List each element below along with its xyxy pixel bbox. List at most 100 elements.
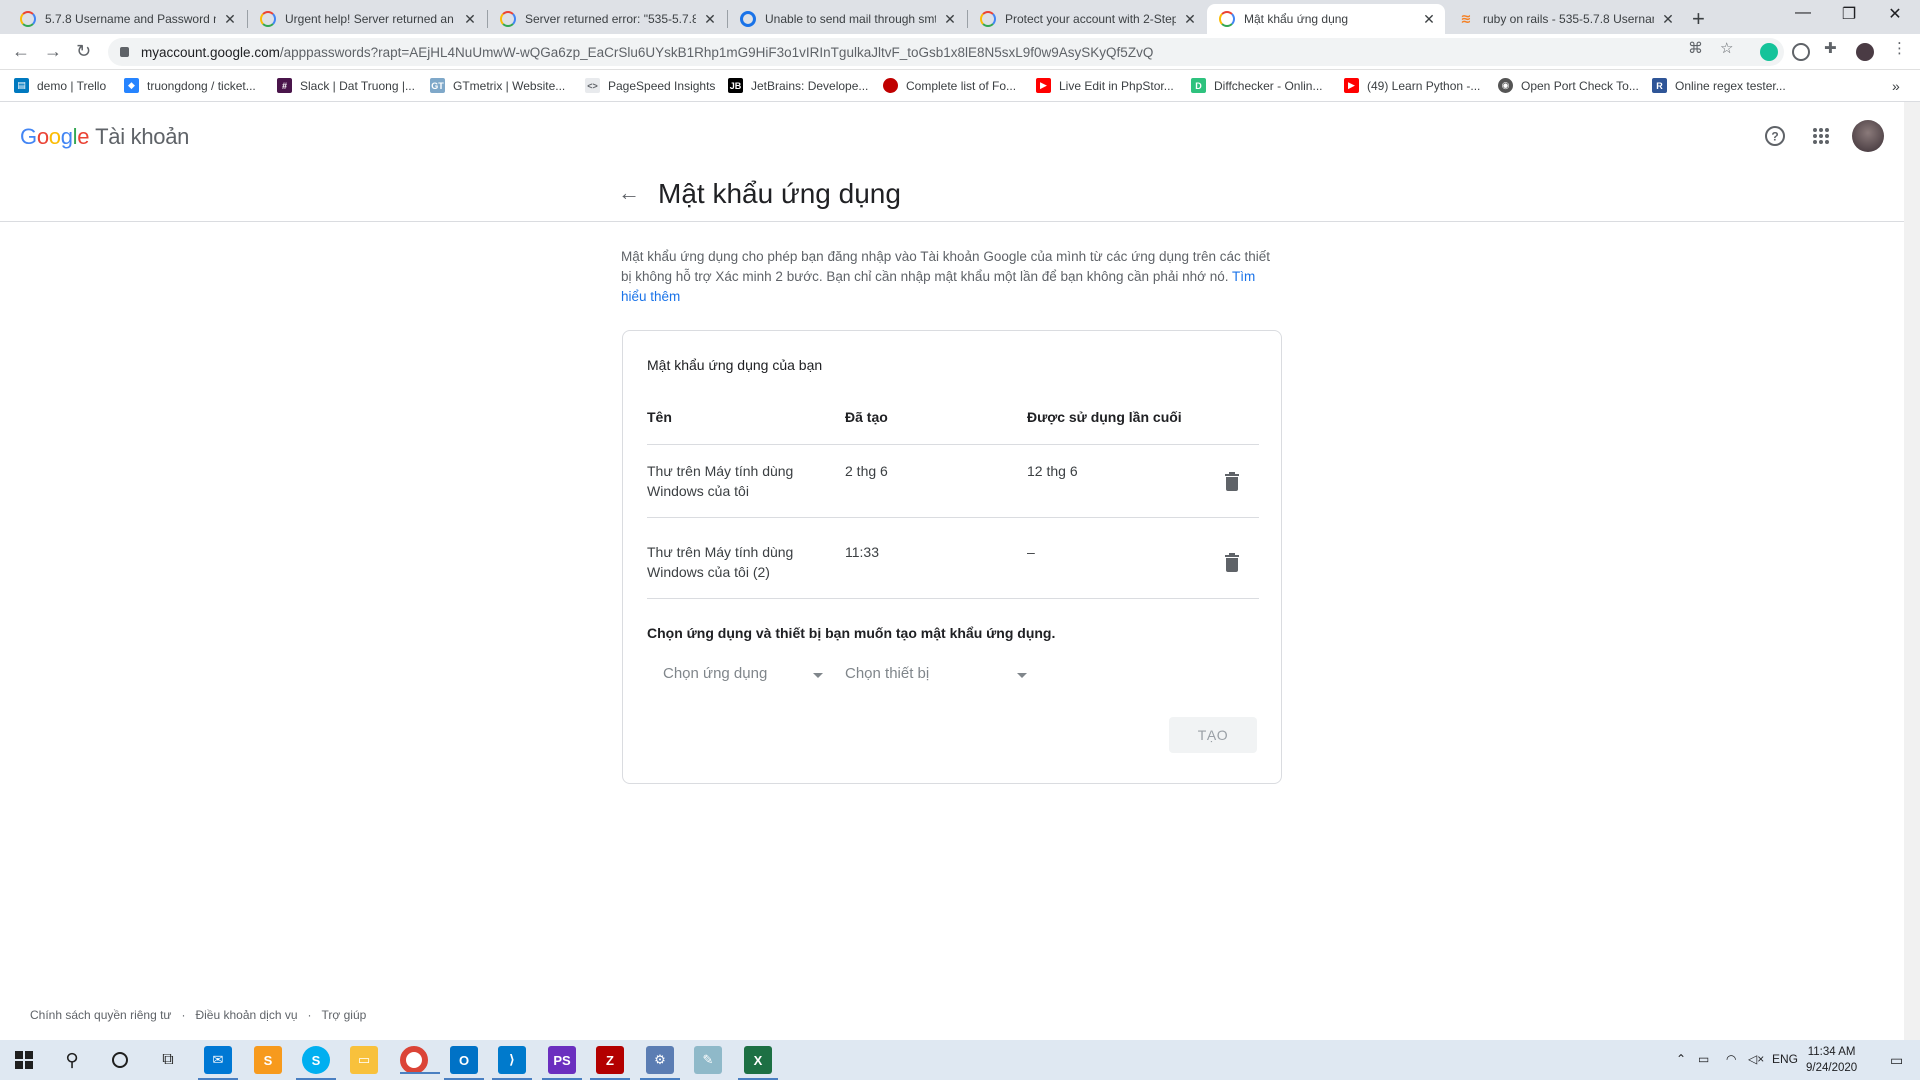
page-title: Mật khẩu ứng dụng (658, 178, 901, 209)
notifications-icon[interactable]: ▭ (1890, 1052, 1903, 1069)
tray-chevron-icon[interactable]: ⌃ (1676, 1052, 1686, 1066)
bookmark-item[interactable]: Complete list of Fo... (883, 78, 1016, 93)
language-indicator[interactable]: ENG (1772, 1052, 1798, 1066)
bookmark-item[interactable]: ▶ Live Edit in PhpStor... (1036, 78, 1174, 93)
tab-item[interactable]: Server returned error: "535-5.7.8 ✕ (488, 4, 726, 34)
help-icon[interactable]: ? (1763, 124, 1787, 148)
column-header-created: Đã tạo (845, 409, 888, 425)
product-name: Tài khoản (95, 124, 190, 149)
circle-icon (883, 78, 898, 93)
privacy-link[interactable]: Chính sách quyền riêng tư (30, 1008, 171, 1022)
grammarly-icon[interactable] (1760, 43, 1778, 61)
tab-item[interactable]: Urgent help! Server returned an e ✕ (248, 4, 486, 34)
volume-icon[interactable]: ◁× (1748, 1052, 1764, 1066)
clock[interactable]: 11:34 AM 9/24/2020 (1806, 1044, 1857, 1076)
vscode-icon[interactable]: ⟩ (492, 1046, 532, 1080)
bookmark-item[interactable]: <> PageSpeed Insights (585, 78, 715, 93)
google-icon (980, 11, 996, 27)
jira-icon: ◆ (124, 78, 139, 93)
bookmark-label: truongdong / ticket... (147, 78, 256, 93)
filezilla-icon[interactable]: Z (590, 1046, 630, 1080)
bookmark-star-icon[interactable]: ☆ (1720, 39, 1733, 57)
battery-icon[interactable]: ▭ (1698, 1052, 1709, 1066)
tab-item[interactable]: Protect your account with 2-Step ✕ (968, 4, 1206, 34)
close-icon[interactable]: ✕ (222, 11, 238, 28)
bookmark-item[interactable]: ▤ demo | Trello (14, 78, 106, 93)
excel-icon[interactable]: X (738, 1046, 778, 1080)
extensions-puzzle-icon[interactable]: ✚ (1824, 39, 1837, 57)
more-vert-icon[interactable]: ⋮ (1892, 39, 1907, 57)
sublime-text-icon[interactable]: S (254, 1046, 282, 1074)
close-icon[interactable]: ✕ (462, 11, 478, 28)
notepad-icon[interactable]: ✎ (694, 1046, 722, 1074)
search-icon[interactable]: ⚲ (58, 1046, 86, 1074)
dropdown-arrow-icon (813, 673, 823, 678)
column-header-last-used: Được sử dụng lần cuối (1027, 409, 1182, 425)
tab-item[interactable]: Unable to send mail through smt ✕ (728, 4, 966, 34)
minimize-icon[interactable]: — (1780, 4, 1826, 22)
back-arrow-icon[interactable]: ← (12, 41, 30, 62)
separator: · (307, 1008, 312, 1022)
apps-grid-icon[interactable] (1809, 124, 1833, 148)
chrome-icon[interactable] (400, 1046, 440, 1074)
reload-icon[interactable]: ↻ (76, 41, 91, 62)
profile-avatar[interactable] (1856, 43, 1874, 61)
bookmark-item[interactable]: D Diffchecker - Onlin... (1191, 78, 1322, 93)
new-tab-icon[interactable]: + (1692, 6, 1705, 32)
row-created: 2 thg 6 (845, 463, 888, 479)
select-app-label: Chọn ứng dụng (663, 665, 768, 682)
bookmark-item[interactable]: ▶ (49) Learn Python -... (1344, 78, 1480, 93)
url-input[interactable]: myaccount.google.com/apppasswords?rapt=A… (108, 38, 1784, 66)
delete-trash-icon[interactable] (1225, 472, 1239, 491)
close-icon[interactable]: ✕ (1421, 11, 1437, 28)
translate-icon[interactable]: ⌘ (1688, 39, 1703, 57)
forward-arrow-icon[interactable]: → (44, 41, 62, 62)
outlook-icon[interactable]: O (444, 1046, 484, 1080)
windows-taskbar: ⚲ ⧉ ✉ S S ▭ O ⟩ PS Z ⚙ ✎ X ⌃ ▭ ◠ ◁× ENG … (0, 1040, 1920, 1080)
bookmark-item[interactable]: ◉ Open Port Check To... (1498, 78, 1639, 93)
close-icon[interactable]: ✕ (1660, 11, 1676, 28)
mail-app-icon[interactable]: ✉ (198, 1046, 238, 1080)
google-account-logo[interactable]: Google Tài khoản (20, 124, 189, 150)
windows-start-icon[interactable] (10, 1046, 38, 1074)
bookmark-item[interactable]: ◆ truongdong / ticket... (124, 78, 256, 93)
restore-icon[interactable]: ❐ (1826, 4, 1872, 24)
tab-item-active[interactable]: Mật khẩu ứng dụng ✕ (1207, 4, 1445, 34)
account-avatar[interactable] (1852, 120, 1884, 152)
delete-trash-icon[interactable] (1225, 553, 1239, 572)
task-view-icon[interactable]: ⧉ (154, 1046, 182, 1074)
phpstorm-icon[interactable]: PS (542, 1046, 582, 1080)
skype-icon[interactable]: S (296, 1046, 336, 1080)
close-icon[interactable]: ✕ (1182, 11, 1198, 28)
file-explorer-icon[interactable]: ▭ (350, 1046, 378, 1074)
back-arrow-icon[interactable]: ← (618, 180, 640, 206)
bookmark-item[interactable]: # Slack | Dat Truong |... (277, 78, 415, 93)
close-icon[interactable]: ✕ (942, 11, 958, 28)
select-device-dropdown[interactable]: Chọn thiết bị (845, 665, 1035, 691)
bookmark-label: Open Port Check To... (1521, 78, 1639, 93)
wifi-icon[interactable]: ◠ (1726, 1052, 1736, 1066)
tab-title: Urgent help! Server returned an e (285, 12, 456, 26)
tab-item[interactable]: ≋ ruby on rails - 535-5.7.8 Usernam ✕ (1446, 4, 1684, 34)
bookmark-item[interactable]: R Online regex tester... (1652, 78, 1786, 93)
help-link[interactable]: Trợ giúp (322, 1008, 367, 1022)
terms-link[interactable]: Điều khoản dịch vụ (195, 1008, 297, 1022)
scrollbar[interactable] (1904, 102, 1920, 1040)
bookmark-item[interactable]: GT GTmetrix | Website... (430, 78, 565, 93)
bookmark-item[interactable]: JB JetBrains: Develope... (728, 78, 868, 93)
bookmarks-overflow-icon[interactable]: » (1892, 78, 1900, 94)
loading-icon (740, 11, 756, 27)
window-close-icon[interactable]: ✕ (1872, 4, 1918, 24)
regex-icon: R (1652, 78, 1667, 93)
create-button[interactable]: TẠO (1169, 717, 1257, 753)
network-app-icon[interactable]: ⚙ (640, 1046, 680, 1080)
footer: Chính sách quyền riêng tư · Điều khoản d… (30, 1008, 366, 1022)
cortana-icon[interactable] (106, 1046, 134, 1074)
tab-item[interactable]: 5.7.8 Username and Password no ✕ (8, 4, 246, 34)
separator: · (181, 1008, 186, 1022)
extension-sync-icon[interactable] (1792, 43, 1810, 61)
row-name: Thư trên Máy tính dùng Windows của tôi (… (647, 544, 794, 580)
select-app-dropdown[interactable]: Chọn ứng dụng (663, 665, 823, 691)
slack-icon: # (277, 78, 292, 93)
close-icon[interactable]: ✕ (702, 11, 718, 28)
